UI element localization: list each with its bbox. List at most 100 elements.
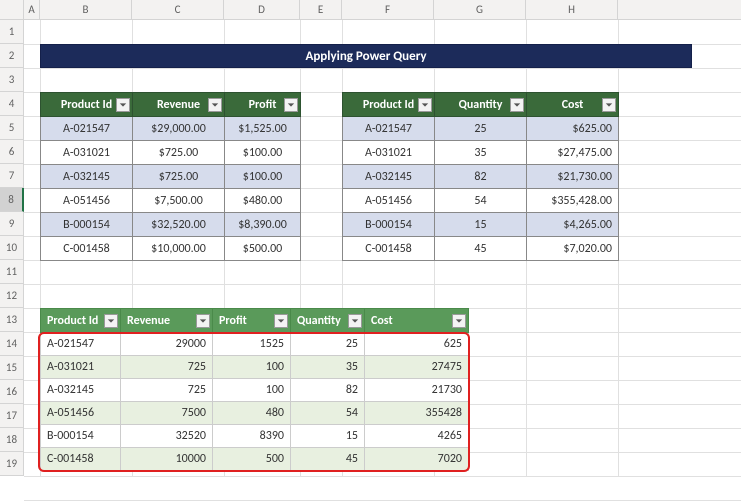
table-cell[interactable]: C-001458 <box>343 237 435 261</box>
col-header-c[interactable]: C <box>132 0 224 19</box>
table3-header[interactable]: Product Id <box>41 309 121 333</box>
table-cell[interactable]: 27475 <box>365 356 469 379</box>
table1-header[interactable]: Profit <box>225 93 301 117</box>
table-cell[interactable]: $7,500.00 <box>133 189 225 213</box>
table3-header[interactable]: Profit <box>213 309 291 333</box>
filter-dropdown-icon[interactable] <box>196 314 210 328</box>
row-header-11[interactable]: 11 <box>0 260 24 284</box>
table-cell[interactable]: 35 <box>291 356 365 379</box>
filter-dropdown-icon[interactable] <box>418 98 432 112</box>
table-cell[interactable]: B-000154 <box>41 213 133 237</box>
table-cell[interactable]: $1,525.00 <box>225 117 301 141</box>
table-cell[interactable]: A-032145 <box>41 379 121 402</box>
table-cell[interactable]: A-051456 <box>343 189 435 213</box>
table-cell[interactable]: A-031021 <box>41 141 133 165</box>
table-cell[interactable]: B-000154 <box>41 425 121 448</box>
table-cell[interactable]: 8390 <box>213 425 291 448</box>
table-cell[interactable]: 100 <box>213 379 291 402</box>
table-cell[interactable]: 82 <box>435 165 527 189</box>
table-cell[interactable]: 25 <box>435 117 527 141</box>
filter-dropdown-icon[interactable] <box>452 314 466 328</box>
cell-grid[interactable]: Applying Power Query Product IdRevenuePr… <box>24 20 741 476</box>
table-cell[interactable]: $32,520.00 <box>133 213 225 237</box>
col-header-b[interactable]: B <box>40 0 132 19</box>
table-cell[interactable]: $725.00 <box>133 165 225 189</box>
table-cell[interactable]: $100.00 <box>225 165 301 189</box>
table-cell[interactable]: 355428 <box>365 402 469 425</box>
table-cell[interactable]: $21,730.00 <box>527 165 619 189</box>
table-cell[interactable]: $480.00 <box>225 189 301 213</box>
table-cell[interactable]: $625.00 <box>527 117 619 141</box>
table-cell[interactable]: 100 <box>213 356 291 379</box>
table-cell[interactable]: $725.00 <box>133 141 225 165</box>
table-cell[interactable]: 45 <box>291 448 365 471</box>
filter-dropdown-icon[interactable] <box>284 98 298 112</box>
table-cell[interactable]: 15 <box>291 425 365 448</box>
row-header-19[interactable]: 19 <box>0 452 24 476</box>
table-cell[interactable]: 15 <box>435 213 527 237</box>
table-cell[interactable]: A-051456 <box>41 189 133 213</box>
table-cell[interactable]: 54 <box>435 189 527 213</box>
row-header-17[interactable]: 17 <box>0 404 24 428</box>
table-cell[interactable]: $100.00 <box>225 141 301 165</box>
table-cell[interactable]: A-031021 <box>343 141 435 165</box>
table-cell[interactable]: C-001458 <box>41 237 133 261</box>
table-cell[interactable]: A-021547 <box>41 333 121 356</box>
table-cell[interactable]: $4,265.00 <box>527 213 619 237</box>
col-header-e[interactable]: E <box>300 0 342 19</box>
table-cell[interactable]: 725 <box>121 379 213 402</box>
table-cell[interactable]: 500 <box>213 448 291 471</box>
table-cell[interactable]: 25 <box>291 333 365 356</box>
col-header-h[interactable]: H <box>526 0 618 19</box>
table-cell[interactable]: 10000 <box>121 448 213 471</box>
row-header-10[interactable]: 10 <box>0 236 24 260</box>
row-header-16[interactable]: 16 <box>0 380 24 404</box>
row-header-4[interactable]: 4 <box>0 92 24 116</box>
table-cell[interactable]: 480 <box>213 402 291 425</box>
table2-header[interactable]: Cost <box>527 93 619 117</box>
table3-header[interactable]: Cost <box>365 309 469 333</box>
col-header-f[interactable]: F <box>342 0 434 19</box>
col-header-a[interactable]: A <box>24 0 40 19</box>
table1-header[interactable]: Revenue <box>133 93 225 117</box>
table-cell[interactable]: 21730 <box>365 379 469 402</box>
table-cell[interactable]: $7,020.00 <box>527 237 619 261</box>
row-header-9[interactable]: 9 <box>0 212 24 236</box>
row-header-12[interactable]: 12 <box>0 284 24 308</box>
table-cell[interactable]: 35 <box>435 141 527 165</box>
filter-dropdown-icon[interactable] <box>116 98 130 112</box>
filter-dropdown-icon[interactable] <box>602 98 616 112</box>
table-cell[interactable]: A-031021 <box>41 356 121 379</box>
row-header-15[interactable]: 15 <box>0 356 24 380</box>
row-header-5[interactable]: 5 <box>0 116 24 140</box>
filter-dropdown-icon[interactable] <box>208 98 222 112</box>
table-cell[interactable]: 54 <box>291 402 365 425</box>
row-header-13[interactable]: 13 <box>0 308 24 332</box>
row-header-6[interactable]: 6 <box>0 140 24 164</box>
table3-header[interactable]: Revenue <box>121 309 213 333</box>
table-cell[interactable]: 82 <box>291 379 365 402</box>
table-cell[interactable]: 32520 <box>121 425 213 448</box>
table-cell[interactable]: A-021547 <box>343 117 435 141</box>
col-header-d[interactable]: D <box>224 0 300 19</box>
table-cell[interactable]: A-051456 <box>41 402 121 425</box>
filter-dropdown-icon[interactable] <box>274 314 288 328</box>
table2-header[interactable]: Product Id <box>343 93 435 117</box>
table-cell[interactable]: 625 <box>365 333 469 356</box>
row-header-2[interactable]: 2 <box>0 44 24 68</box>
table-cell[interactable]: A-032145 <box>41 165 133 189</box>
table-cell[interactable]: 725 <box>121 356 213 379</box>
table-cell[interactable]: 45 <box>435 237 527 261</box>
table3-header[interactable]: Quantity <box>291 309 365 333</box>
col-header-g[interactable]: G <box>434 0 526 19</box>
filter-dropdown-icon[interactable] <box>510 98 524 112</box>
table-cell[interactable]: 7020 <box>365 448 469 471</box>
table-cell[interactable]: B-000154 <box>343 213 435 237</box>
filter-dropdown-icon[interactable] <box>348 314 362 328</box>
table-cell[interactable]: 29000 <box>121 333 213 356</box>
table-cell[interactable]: A-032145 <box>343 165 435 189</box>
table2-header[interactable]: Quantity <box>435 93 527 117</box>
table1-header[interactable]: Product Id <box>41 93 133 117</box>
table-cell[interactable]: C-001458 <box>41 448 121 471</box>
table-cell[interactable]: 4265 <box>365 425 469 448</box>
